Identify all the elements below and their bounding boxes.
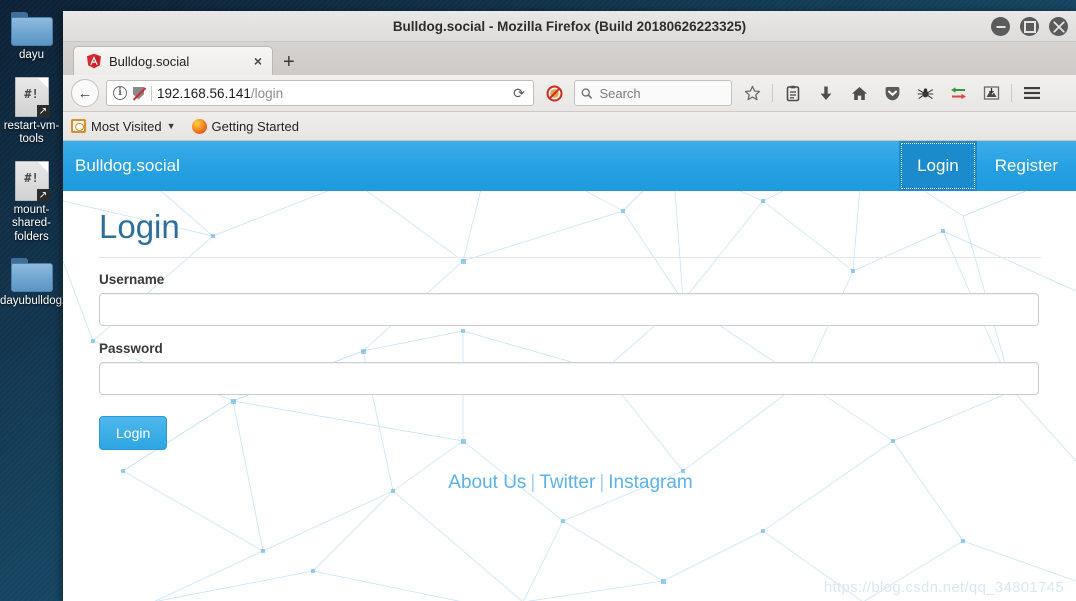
maximize-button[interactable] — [1020, 17, 1039, 36]
nav-link-login[interactable]: Login — [899, 141, 977, 191]
username-field-group: Username — [99, 272, 1042, 327]
bookmark-most-visited[interactable]: Most Visited ▼ — [71, 119, 176, 134]
desktop-icon-label: dayu — [19, 49, 44, 61]
firefox-icon — [191, 118, 207, 134]
screenshot-icon[interactable] — [978, 80, 1004, 106]
username-label: Username — [99, 272, 165, 288]
login-page-content: Login Username Password Login About Us | T… — [63, 191, 1076, 494]
site-navbar: Bulldog.social Login Register — [63, 141, 1076, 191]
noscript-icon[interactable] — [541, 80, 567, 106]
login-submit-button[interactable]: Login — [99, 416, 168, 451]
bookmark-label: Most Visited — [91, 118, 162, 134]
script-file-icon: #! ↗ — [14, 160, 50, 202]
tab-strip: Bulldog.social × + — [63, 42, 1076, 75]
watermark-text: https://blog.csdn.net/qq_34801745 — [823, 579, 1064, 596]
window-controls — [991, 17, 1068, 36]
desktop-icon-dayu[interactable]: dayu — [0, 12, 63, 63]
spider-icon[interactable] — [912, 80, 938, 106]
page-title: Login — [99, 208, 1042, 259]
close-icon[interactable]: × — [252, 54, 264, 68]
bookmark-getting-started[interactable]: Getting Started — [191, 118, 299, 134]
web-page-content: Bulldog.social Login Register Login User… — [63, 141, 1076, 601]
url-domain: 192.168.56.141 — [157, 85, 251, 101]
address-bar[interactable]: i 192.168.56.141/login ⟳ — [106, 80, 534, 106]
menu-hamburger-icon[interactable] — [1019, 80, 1045, 106]
noscript-blocked-icon[interactable] — [132, 86, 147, 101]
window-titlebar: Bulldog.social - Mozilla Firefox (Build … — [63, 11, 1076, 42]
password-input[interactable] — [99, 362, 1039, 396]
navigation-toolbar: ← i 192.168.56.141/login ⟳ — [63, 75, 1076, 112]
back-button[interactable]: ← — [71, 79, 99, 107]
search-bar[interactable] — [574, 80, 732, 106]
password-label: Password — [99, 341, 163, 357]
home-icon[interactable] — [846, 80, 872, 106]
nav-link-register[interactable]: Register — [977, 141, 1076, 191]
username-input[interactable] — [99, 293, 1039, 327]
footer-link-twitter[interactable]: Twitter — [539, 472, 595, 493]
close-button[interactable] — [1049, 17, 1068, 36]
footer-separator: | — [599, 472, 605, 494]
desktop-icon-label: restart-vm-tools — [3, 119, 60, 146]
desktop-icon-mount-shared-folders[interactable]: #! ↗ mount-shared-folders — [0, 160, 63, 245]
password-field-group: Password — [99, 341, 1042, 396]
search-icon — [581, 87, 593, 99]
angular-shield-icon — [86, 53, 102, 69]
bookmarks-toolbar: Most Visited ▼ Getting Started — [63, 112, 1076, 141]
search-input[interactable] — [597, 84, 725, 102]
desktop-icon-dayubulldog2[interactable]: dayubulldog2 — [0, 258, 68, 309]
site-nav-links: Login Register — [899, 141, 1076, 191]
window-title: Bulldog.social - Mozilla Firefox (Build … — [392, 19, 747, 34]
new-tab-button[interactable]: + — [273, 52, 305, 75]
minimize-button[interactable] — [991, 17, 1010, 36]
chevron-down-icon: ▼ — [166, 121, 176, 131]
url-path: /login — [250, 85, 284, 101]
desktop-icon-list: dayu #! ↗ restart-vm-tools #! ↗ mount-shar… — [0, 0, 68, 601]
reload-icon[interactable]: ⟳ — [509, 85, 529, 102]
page-info-icon[interactable]: i — [113, 86, 127, 100]
bookmark-star-icon[interactable] — [739, 80, 765, 106]
proxy-arrows-icon[interactable] — [945, 80, 971, 106]
bookmark-label: Getting Started — [211, 118, 299, 134]
footer-link-about-us[interactable]: About Us — [448, 472, 526, 493]
folder-icon — [10, 258, 53, 292]
desktop-icon-restart-vm-tools[interactable]: #! ↗ restart-vm-tools — [0, 76, 63, 147]
footer-separator: | — [530, 472, 536, 494]
desktop-icon-label: dayubulldog2 — [0, 295, 69, 307]
footer-link-instagram[interactable]: Instagram — [608, 472, 692, 493]
site-footer: About Us | Twitter | Instagram — [99, 472, 1042, 494]
login-form: Username Password Login — [99, 272, 1042, 451]
folder-icon — [10, 12, 53, 46]
browser-tab-bulldog-social[interactable]: Bulldog.social × — [73, 46, 273, 75]
library-icon[interactable] — [780, 80, 806, 106]
site-brand[interactable]: Bulldog.social — [63, 141, 180, 191]
firefox-window: Bulldog.social - Mozilla Firefox (Build … — [63, 11, 1076, 601]
most-visited-icon — [71, 119, 86, 133]
url-text: 192.168.56.141/login — [157, 86, 504, 101]
script-file-icon: #! ↗ — [14, 76, 50, 118]
desktop-icon-label: mount-shared-folders — [12, 203, 51, 243]
tab-title: Bulldog.social — [109, 53, 190, 69]
downloads-icon[interactable] — [813, 80, 839, 106]
pocket-icon[interactable] — [879, 80, 905, 106]
